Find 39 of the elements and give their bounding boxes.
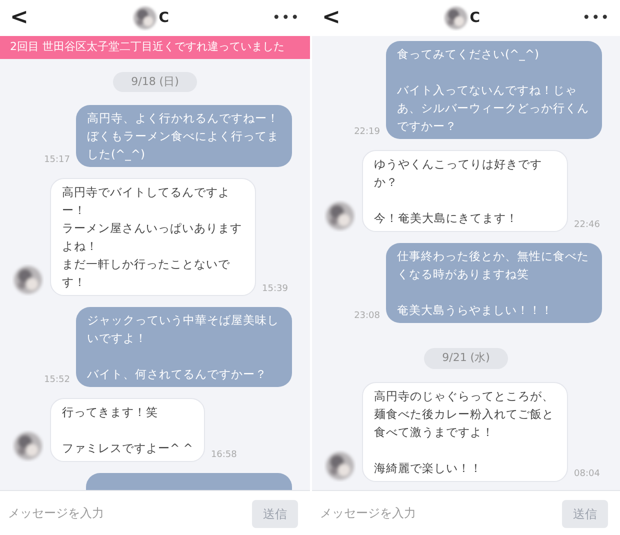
encounter-banner: 2回目 世田谷区太子堂二丁目近くですれ違っていました	[0, 36, 310, 58]
date-label: 9/18 (日)	[113, 72, 197, 92]
avatar	[442, 5, 469, 31]
avatar	[12, 264, 44, 296]
message-text: 高円寺のじゃぐらってところが、麺食べた後カレー粉入れてご飯と食べて激うまですよ！	[374, 388, 555, 440]
message-text: 行ってきます！笑	[62, 404, 159, 421]
message-text: 高円寺でバイトしてるんですよー！	[62, 184, 231, 219]
avatar	[132, 5, 158, 31]
avatar	[324, 200, 356, 232]
message-time: 15:17	[44, 154, 70, 166]
message-time: 23:08	[354, 310, 380, 322]
back-button[interactable]: <	[10, 7, 28, 29]
message-text: 今！奄美大島にきてます！	[374, 210, 519, 227]
message-time: 15:52	[44, 374, 70, 386]
message-text: ラーメン屋さんいっぱいありますよね！	[62, 220, 243, 255]
message-text: ジャックっていう中華そば屋美味しいですよ！	[87, 312, 280, 347]
contact-name: C	[158, 8, 169, 28]
message-time: 15:39	[262, 282, 288, 296]
message-time: 16:58	[210, 448, 237, 462]
more-button[interactable]: •••	[582, 8, 610, 28]
message-text: 高円寺、よく行かれるんですねー！ぼくもラーメン食べによく行ってました(^_^)	[87, 110, 280, 163]
avatar	[12, 430, 44, 462]
message-text: バイト、何されてるんですかー？	[87, 366, 268, 383]
more-button[interactable]: •••	[272, 8, 300, 28]
message-text: ゆうやくんこってりは好きですか？	[374, 156, 543, 191]
message-time: 22:46	[574, 218, 600, 232]
message-time: 08:04	[574, 468, 600, 481]
message-text: 仕事終わった後とか、無性に食べたくなる時がありますね笑	[397, 248, 590, 283]
message-text: 奄美大島うらやましい！！！	[397, 302, 554, 319]
message-text: まだ一軒しか行ったことないです！	[62, 256, 231, 291]
message-text: 食ってみてください(^_^)	[397, 46, 540, 63]
date-label: 9/21 (水)	[424, 348, 508, 368]
message-text: 海綺麗で楽しい！！	[374, 460, 483, 476]
contact-name: C	[470, 8, 480, 28]
back-button[interactable]: <	[322, 7, 340, 29]
message-text: ファミレスですよー^ ^	[62, 440, 193, 457]
avatar	[324, 450, 356, 482]
message-text: バイト入ってないんですね！じゃあ、シルバーウィークどっか行くんですかー？	[397, 82, 590, 135]
message-time: 22:19	[354, 126, 380, 138]
